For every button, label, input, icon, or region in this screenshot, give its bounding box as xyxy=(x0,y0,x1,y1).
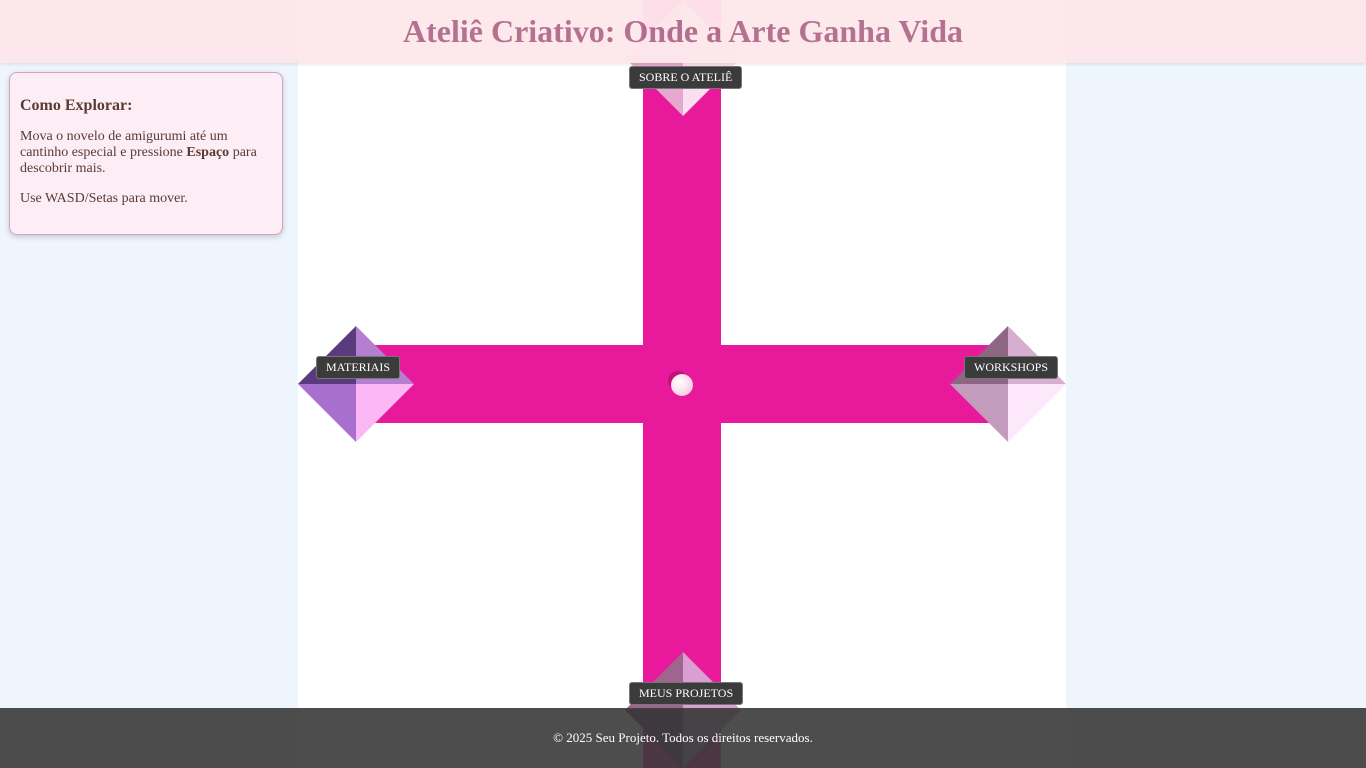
instructions-move-text: Mova o novelo de amigurumi até um cantin… xyxy=(20,129,272,177)
site-header: Ateliê Criativo: Onde a Arte Ganha Vida xyxy=(0,0,1366,63)
destination-label-workshops: WORKSHOPS xyxy=(964,356,1059,379)
workshops-diamond-icon xyxy=(950,326,1066,442)
game-canvas[interactable]: SOBRE O ATELIÊ MATERIAIS WORKSHOPS MEUS … xyxy=(298,0,1066,768)
site-footer: © 2025 Seu Projeto. Todos os direitos re… xyxy=(0,708,1366,768)
instructions-heading: Como Explorar: xyxy=(20,97,133,114)
yarn-ball-icon[interactable] xyxy=(671,374,693,396)
space-key-label: Espaço xyxy=(186,145,230,160)
instructions-controls-text: Use WASD/Setas para mover. xyxy=(20,191,188,206)
destination-label-projects: MEUS PROJETOS xyxy=(629,682,744,705)
destination-label-about: SOBRE O ATELIÊ xyxy=(629,66,743,89)
page-title: Ateliê Criativo: Onde a Arte Ganha Vida xyxy=(403,13,963,49)
copyright-text: © 2025 Seu Projeto. Todos os direitos re… xyxy=(553,730,813,745)
instructions-panel: Como Explorar: Mova o novelo de amigurum… xyxy=(9,72,283,235)
destination-label-materials: MATERIAIS xyxy=(316,356,401,379)
materials-diamond-icon xyxy=(298,326,414,442)
